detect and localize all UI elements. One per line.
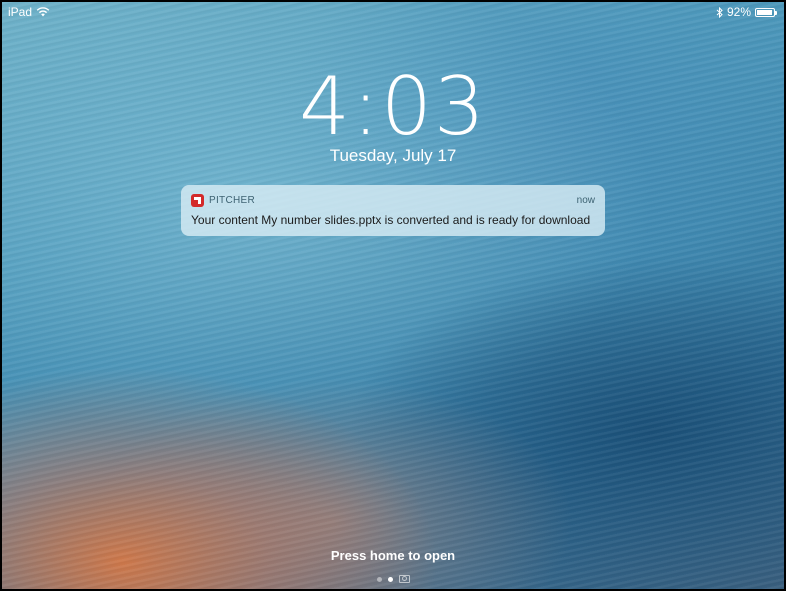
notification-app: PITCHER <box>191 193 255 207</box>
device-name: iPad <box>8 5 33 19</box>
battery-level <box>757 9 772 15</box>
notification-app-name: PITCHER <box>209 194 255 206</box>
camera-icon[interactable] <box>398 575 410 583</box>
status-bar-right: 92% <box>716 5 778 19</box>
notification-message: Your content My number slides.pptx is co… <box>191 213 591 227</box>
wifi-icon <box>36 7 50 17</box>
pitcher-app-icon <box>191 193 204 207</box>
notification-banner[interactable]: PITCHER now Your content My number slide… <box>181 185 605 236</box>
notification-time: now <box>576 194 595 206</box>
notification-header: PITCHER now <box>191 193 595 207</box>
battery-icon <box>755 7 777 17</box>
lock-date: Tuesday, July 17 <box>329 146 457 165</box>
page-indicator[interactable] <box>2 575 784 583</box>
status-bar-left: iPad <box>8 5 50 19</box>
battery-percent: 92% <box>726 5 751 19</box>
page-dot-active[interactable] <box>387 576 393 582</box>
press-home-hint: Press home to open <box>330 548 456 563</box>
bluetooth-icon <box>716 6 723 18</box>
lock-clock: 4:03 <box>299 60 487 153</box>
status-bar: iPad 92% <box>2 2 784 22</box>
lock-screen: iPad 92% 4:03 Tuesday, July 17 PITCHER n… <box>2 2 784 589</box>
page-dot[interactable] <box>376 576 382 582</box>
